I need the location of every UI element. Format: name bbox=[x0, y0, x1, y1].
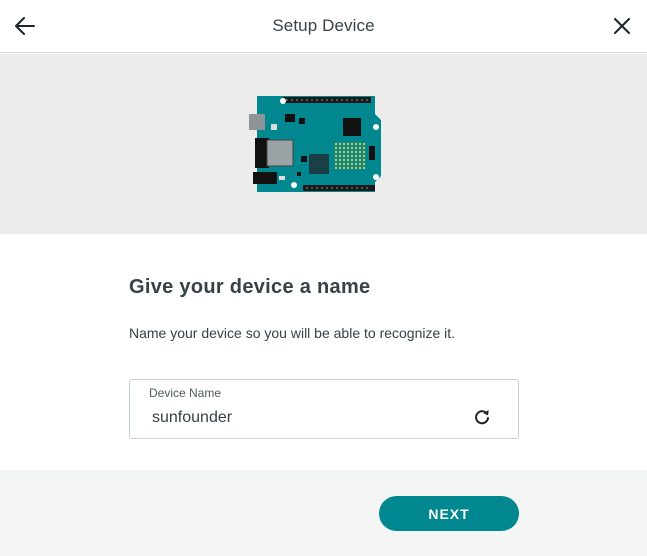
dialog-header: Setup Device bbox=[0, 0, 647, 53]
page-description: Name your device so you will be able to … bbox=[129, 325, 456, 341]
setup-device-dialog: Setup Device Give your device a name Nam… bbox=[0, 0, 647, 556]
page-heading: Give your device a name bbox=[129, 276, 371, 298]
device-illustration-area bbox=[0, 54, 647, 234]
dialog-footer: NEXT bbox=[0, 470, 647, 556]
device-name-input[interactable] bbox=[152, 407, 452, 429]
close-button[interactable] bbox=[608, 12, 636, 40]
regenerate-name-button[interactable] bbox=[472, 407, 492, 427]
device-name-field[interactable]: Device Name bbox=[129, 379, 519, 439]
device-name-label: Device Name bbox=[149, 386, 222, 400]
next-button[interactable]: NEXT bbox=[379, 496, 519, 531]
refresh-icon bbox=[475, 409, 489, 425]
back-button[interactable] bbox=[11, 12, 39, 40]
close-icon bbox=[614, 18, 630, 34]
arduino-board-icon bbox=[249, 96, 381, 192]
arrow-left-icon bbox=[15, 17, 35, 35]
dialog-title: Setup Device bbox=[272, 16, 375, 35]
